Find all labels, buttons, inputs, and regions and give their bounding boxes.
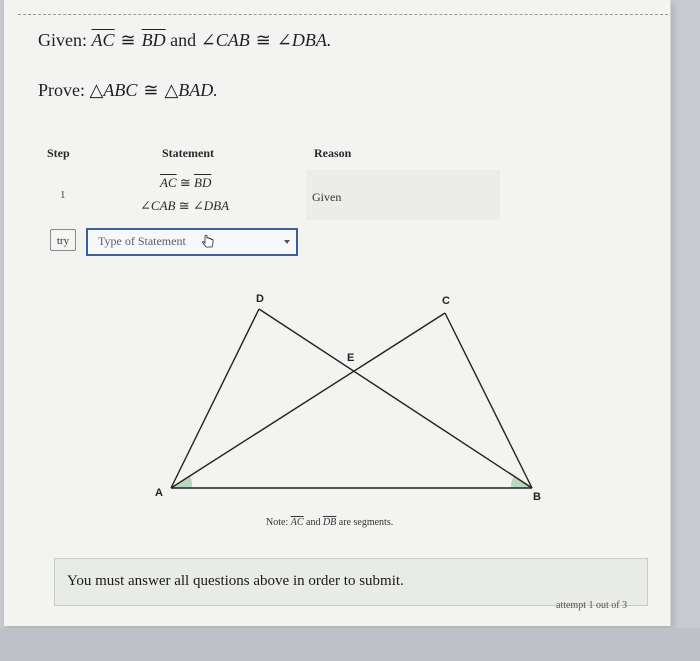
segment-ac [170,312,446,489]
note-and: and [306,517,321,528]
segment-ad [170,308,260,489]
note-suffix: are segments. [338,517,394,528]
vertex-label-d: D [256,293,264,305]
submit-message: You must answer all questions above in o… [67,573,404,589]
vertex-label-b: B [533,491,541,503]
diagram-note: Note: AC and DB are segments. [266,517,393,528]
segment-db [258,308,533,489]
note-segment-ac: AC [290,517,304,528]
submit-message-panel: You must answer all questions above in o… [54,558,648,606]
note-segment-db: DB [322,517,337,528]
note-label: Note: [266,517,289,528]
vertex-label-e: E [347,352,354,364]
bottom-background [0,628,700,661]
attempt-counter: attempt 1 out of 3 [556,600,628,611]
segment-cb [444,312,533,489]
vertex-label-c: C [442,295,450,307]
vertex-label-a: A [155,487,163,499]
